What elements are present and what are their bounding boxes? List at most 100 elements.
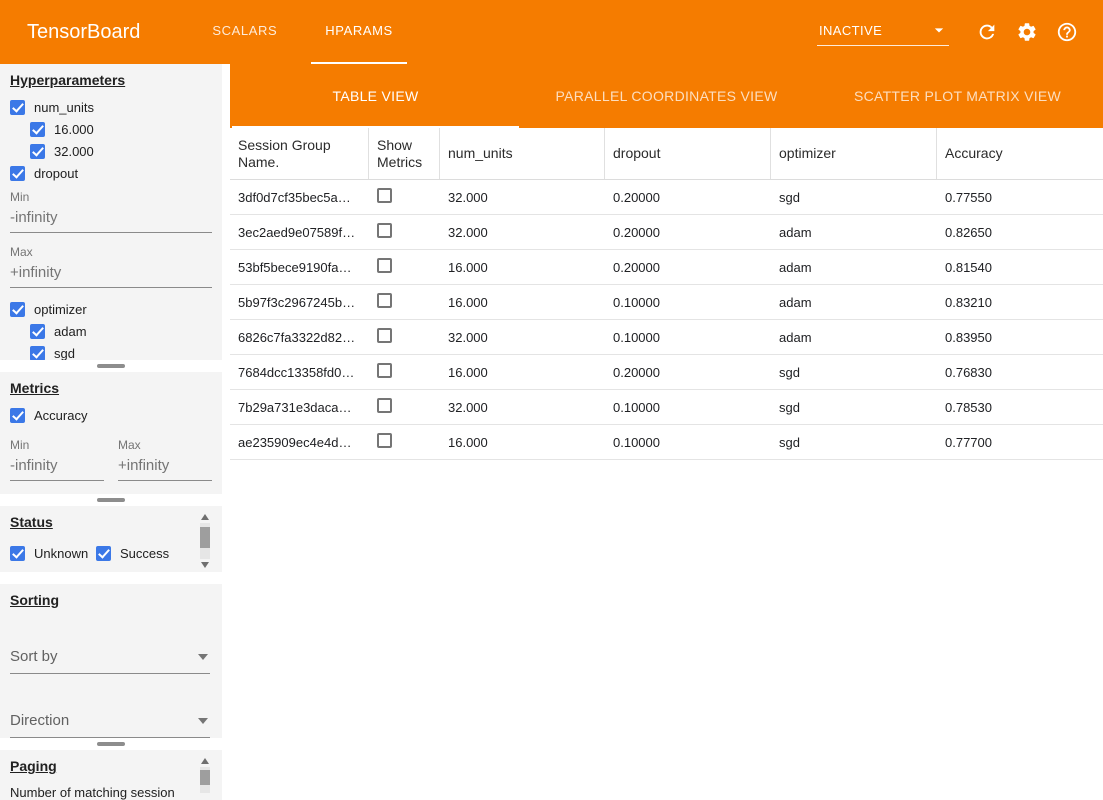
direction-value: Direction	[10, 712, 69, 729]
paging-panel: Paging Number of matching session groups…	[0, 750, 222, 800]
accuracy-checkbox[interactable]	[10, 408, 25, 423]
optimizer-cell: sgd	[771, 190, 937, 205]
running-checkbox[interactable]	[96, 572, 111, 573]
show-metrics-checkbox[interactable]	[377, 328, 392, 343]
unknown-label: Unknown	[34, 546, 88, 561]
accuracy-cell: 0.83950	[937, 330, 1103, 345]
show-metrics-checkbox[interactable]	[377, 188, 392, 203]
metrics-minmax-row: Min Max	[10, 428, 212, 481]
dropout-label: dropout	[34, 166, 78, 181]
status-heading: Status	[10, 514, 212, 530]
show-metrics-checkbox[interactable]	[377, 223, 392, 238]
settings-button[interactable]	[1011, 16, 1043, 48]
section-gap	[0, 572, 222, 584]
session-group-name-cell: 53bf5bece9190fa…	[230, 260, 369, 275]
paging-heading: Paging	[10, 758, 212, 774]
show-metrics-cell	[369, 328, 440, 346]
table-row: 7b29a731e3daca… 32.000 0.10000 sgd 0.785…	[230, 390, 1103, 425]
help-icon	[1056, 21, 1078, 43]
show-metrics-cell	[369, 363, 440, 381]
refresh-button[interactable]	[971, 16, 1003, 48]
session-group-name-cell: 7b29a731e3daca…	[230, 400, 369, 415]
table-row: 6826c7fa3322d82… 32.000 0.10000 adam 0.8…	[230, 320, 1103, 355]
show-metrics-checkbox[interactable]	[377, 398, 392, 413]
tab-scatter-plot-matrix-view[interactable]: SCATTER PLOT MATRIX VIEW	[812, 64, 1103, 128]
app-title: TensorBoard	[0, 0, 140, 64]
resize-handle[interactable]	[97, 742, 125, 746]
failure-checkbox[interactable]	[10, 572, 25, 573]
scrollbar-down-icon[interactable]	[201, 562, 209, 568]
sidebar: Hyperparameters num_units 16.000 32.000 …	[0, 64, 230, 800]
gear-icon	[1016, 21, 1038, 43]
table-row: ae235909ec4e4d… 16.000 0.10000 sgd 0.777…	[230, 425, 1103, 460]
scrollbar-track[interactable]	[200, 523, 210, 559]
show-metrics-checkbox[interactable]	[377, 363, 392, 378]
table-header-row: Session Group Name. Show Metrics num_uni…	[230, 128, 1103, 180]
reload-status-dropdown[interactable]: INACTIVE	[817, 18, 949, 46]
num-units-cell: 16.000	[440, 365, 605, 380]
status-scrollbar[interactable]	[200, 514, 210, 568]
unknown-checkbox[interactable]	[10, 546, 25, 561]
failure-label: Failure	[34, 572, 74, 573]
section-gap	[0, 494, 222, 506]
tab-parallel-coordinates-view[interactable]: PARALLEL COORDINATES VIEW	[521, 64, 812, 128]
top-nav-tabs: SCALARS HPARAMS	[188, 0, 416, 64]
scrollbar-thumb[interactable]	[200, 770, 210, 786]
value-16-checkbox[interactable]	[30, 122, 45, 137]
num-units-cell: 16.000	[440, 295, 605, 310]
optimizer-cell: adam	[771, 225, 937, 240]
show-metrics-checkbox[interactable]	[377, 258, 392, 273]
dropout-cell: 0.20000	[605, 190, 771, 205]
direction-dropdown[interactable]: Direction	[10, 708, 210, 738]
dropout-cell: 0.10000	[605, 295, 771, 310]
adam-checkbox[interactable]	[30, 324, 45, 339]
hparam-row-num-units: num_units	[10, 98, 212, 116]
show-metrics-cell	[369, 223, 440, 241]
metric-min-input[interactable]	[10, 454, 104, 481]
column-header-optimizer: optimizer	[771, 128, 937, 179]
sgd-checkbox[interactable]	[30, 346, 45, 361]
show-metrics-cell	[369, 398, 440, 416]
hparam-row-sgd: sgd	[30, 344, 212, 360]
adam-label: adam	[54, 324, 87, 339]
show-metrics-cell	[369, 258, 440, 276]
show-metrics-checkbox[interactable]	[377, 293, 392, 308]
metric-max-input[interactable]	[118, 454, 212, 481]
status-row-running: Running	[96, 570, 200, 572]
success-checkbox[interactable]	[96, 546, 111, 561]
value-32-checkbox[interactable]	[30, 144, 45, 159]
optimizer-cell: sgd	[771, 400, 937, 415]
dropout-min-input[interactable]	[10, 206, 212, 233]
accuracy-cell: 0.82650	[937, 225, 1103, 240]
num-units-checkbox[interactable]	[10, 100, 25, 115]
resize-handle[interactable]	[97, 364, 125, 368]
show-metrics-checkbox[interactable]	[377, 433, 392, 448]
scrollbar-up-icon[interactable]	[201, 758, 209, 764]
paging-scrollbar[interactable]	[200, 758, 210, 796]
accuracy-cell: 0.78530	[937, 400, 1103, 415]
tab-scalars[interactable]: SCALARS	[198, 0, 291, 64]
dropout-cell: 0.20000	[605, 365, 771, 380]
optimizer-checkbox[interactable]	[10, 302, 25, 317]
running-label: Running	[120, 572, 168, 573]
dropout-max-input[interactable]	[10, 261, 212, 288]
tab-table-view[interactable]: TABLE VIEW	[230, 64, 521, 128]
status-row-success: Success	[96, 544, 200, 562]
tab-hparams[interactable]: HPARAMS	[311, 0, 407, 64]
scrollbar-track[interactable]	[200, 767, 210, 793]
scrollbar-up-icon[interactable]	[201, 514, 209, 520]
num-units-cell: 16.000	[440, 435, 605, 450]
sort-by-dropdown[interactable]: Sort by	[10, 644, 210, 674]
section-gap	[0, 360, 222, 372]
optimizer-cell: sgd	[771, 365, 937, 380]
resize-handle[interactable]	[97, 498, 125, 502]
help-button[interactable]	[1051, 16, 1083, 48]
show-metrics-cell	[369, 433, 440, 451]
refresh-icon	[976, 21, 998, 43]
metric-min-field: Min	[10, 438, 104, 481]
scrollbar-thumb[interactable]	[200, 527, 210, 549]
dropout-checkbox[interactable]	[10, 166, 25, 181]
table-row: 3ec2aed9e07589f… 32.000 0.20000 adam 0.8…	[230, 215, 1103, 250]
status-panel: Status Unknown Success Failure	[0, 506, 222, 572]
top-toolbar: TensorBoard SCALARS HPARAMS INACTIVE	[0, 0, 1103, 64]
